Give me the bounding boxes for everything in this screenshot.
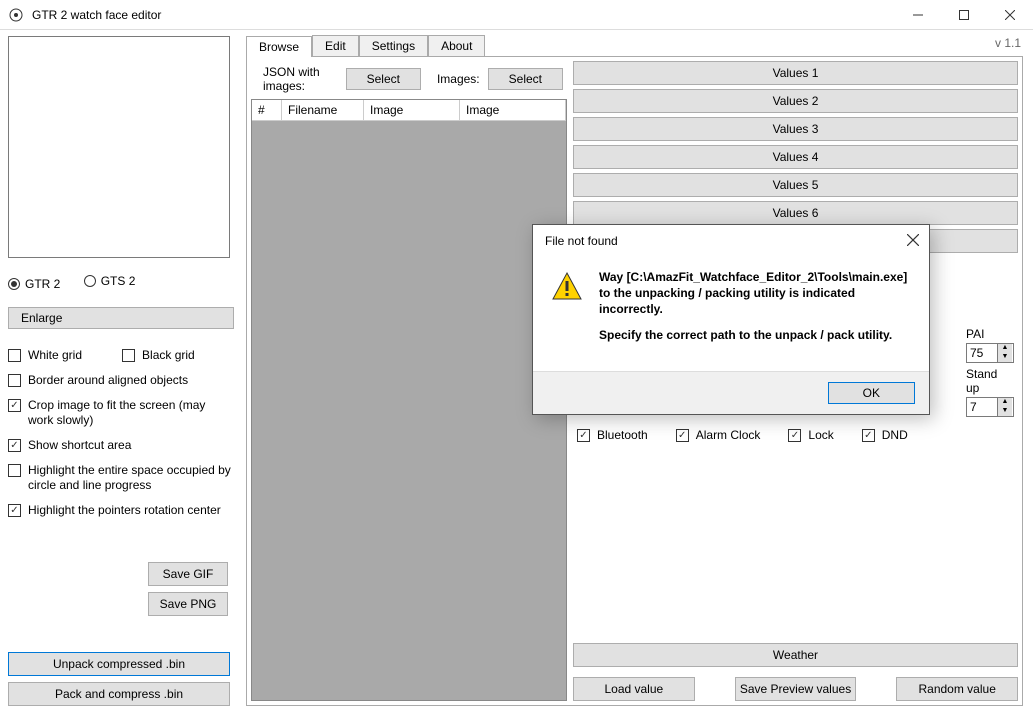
tab-strip: Browse Edit Settings About [246,34,1023,56]
col-image-2[interactable]: Image [460,100,566,121]
values-1-button[interactable]: Values 1 [573,61,1018,85]
values-3-button[interactable]: Values 3 [573,117,1018,141]
checkbox-lock[interactable] [788,429,801,442]
pack-button[interactable]: Pack and compress .bin [8,682,230,706]
table-header: # Filename Image Image [252,100,566,121]
dialog-ok-button[interactable]: OK [828,382,915,404]
version-label: v 1.1 [995,36,1021,50]
dialog-message-1: Way [C:\AmazFit_Watchface_Editor_2\Tools… [599,269,911,317]
col-num[interactable]: # [252,100,282,121]
values-5-button[interactable]: Values 5 [573,173,1018,197]
radio-gts2[interactable]: GTS 2 [84,274,136,288]
checkbox-highlight-center[interactable] [8,504,21,517]
checkbox-border[interactable] [8,374,21,387]
checkbox-highlight-space[interactable] [8,464,21,477]
weather-button[interactable]: Weather [573,643,1018,667]
standup-field: Stand up ▲▼ [966,367,1014,417]
col-filename[interactable]: Filename [282,100,364,121]
app-icon [8,7,24,23]
maximize-icon [959,10,969,20]
unpack-button[interactable]: Unpack compressed .bin [8,652,230,676]
tab-browse[interactable]: Browse [246,36,312,57]
checkbox-alarm[interactable] [676,429,689,442]
pai-field: PAI ▲▼ [966,327,1014,363]
tab-about[interactable]: About [428,35,485,56]
enlarge-button[interactable]: Enlarge [8,307,234,329]
error-dialog: File not found Way [C:\AmazFit_Watchface… [532,224,930,415]
close-icon [907,234,919,246]
window-titlebar: GTR 2 watch face editor [0,0,1033,30]
minimize-icon [913,10,923,20]
pai-down[interactable]: ▼ [998,353,1012,362]
standup-down[interactable]: ▼ [998,407,1012,416]
checkbox-shortcut[interactable] [8,439,21,452]
pai-up[interactable]: ▲ [998,344,1012,353]
images-label: Images: [437,72,480,86]
values-2-button[interactable]: Values 2 [573,89,1018,113]
load-value-button[interactable]: Load value [573,677,695,701]
save-preview-button[interactable]: Save Preview values [735,677,857,701]
checkbox-bluetooth[interactable] [577,429,590,442]
values-4-button[interactable]: Values 4 [573,145,1018,169]
radio-dot-icon [8,278,20,290]
select-images-button[interactable]: Select [488,68,563,90]
standup-input[interactable] [967,398,997,416]
col-image-1[interactable]: Image [364,100,460,121]
checkbox-black-grid[interactable] [122,349,135,362]
save-gif-button[interactable]: Save GIF [148,562,228,586]
browse-left: JSON with images: Select Images: Select … [251,61,567,701]
radio-gtr2[interactable]: GTR 2 [8,277,60,291]
minimize-button[interactable] [895,0,941,30]
warning-icon [551,271,583,303]
preview-canvas [8,36,230,258]
left-panel: GTR 2 GTS 2 Enlarge White grid Black gri… [0,30,240,712]
checkbox-crop[interactable] [8,399,21,412]
values-6-button[interactable]: Values 6 [573,201,1018,225]
dialog-title: File not found [545,234,907,248]
radio-dot-icon [84,275,96,287]
standup-up[interactable]: ▲ [998,398,1012,407]
tab-edit[interactable]: Edit [312,35,359,56]
window-title: GTR 2 watch face editor [32,8,895,22]
random-value-button[interactable]: Random value [896,677,1018,701]
checkbox-white-grid[interactable] [8,349,21,362]
save-png-button[interactable]: Save PNG [148,592,228,616]
pai-input[interactable] [967,344,997,362]
tab-settings[interactable]: Settings [359,35,428,56]
close-icon [1005,10,1015,20]
checkbox-dnd[interactable] [862,429,875,442]
select-json-button[interactable]: Select [346,68,421,90]
maximize-button[interactable] [941,0,987,30]
file-table[interactable]: # Filename Image Image [251,99,567,701]
json-label: JSON with images: [263,65,338,93]
dialog-close-button[interactable] [907,233,919,249]
dialog-message-2: Specify the correct path to the unpack /… [599,327,911,343]
close-button[interactable] [987,0,1033,30]
